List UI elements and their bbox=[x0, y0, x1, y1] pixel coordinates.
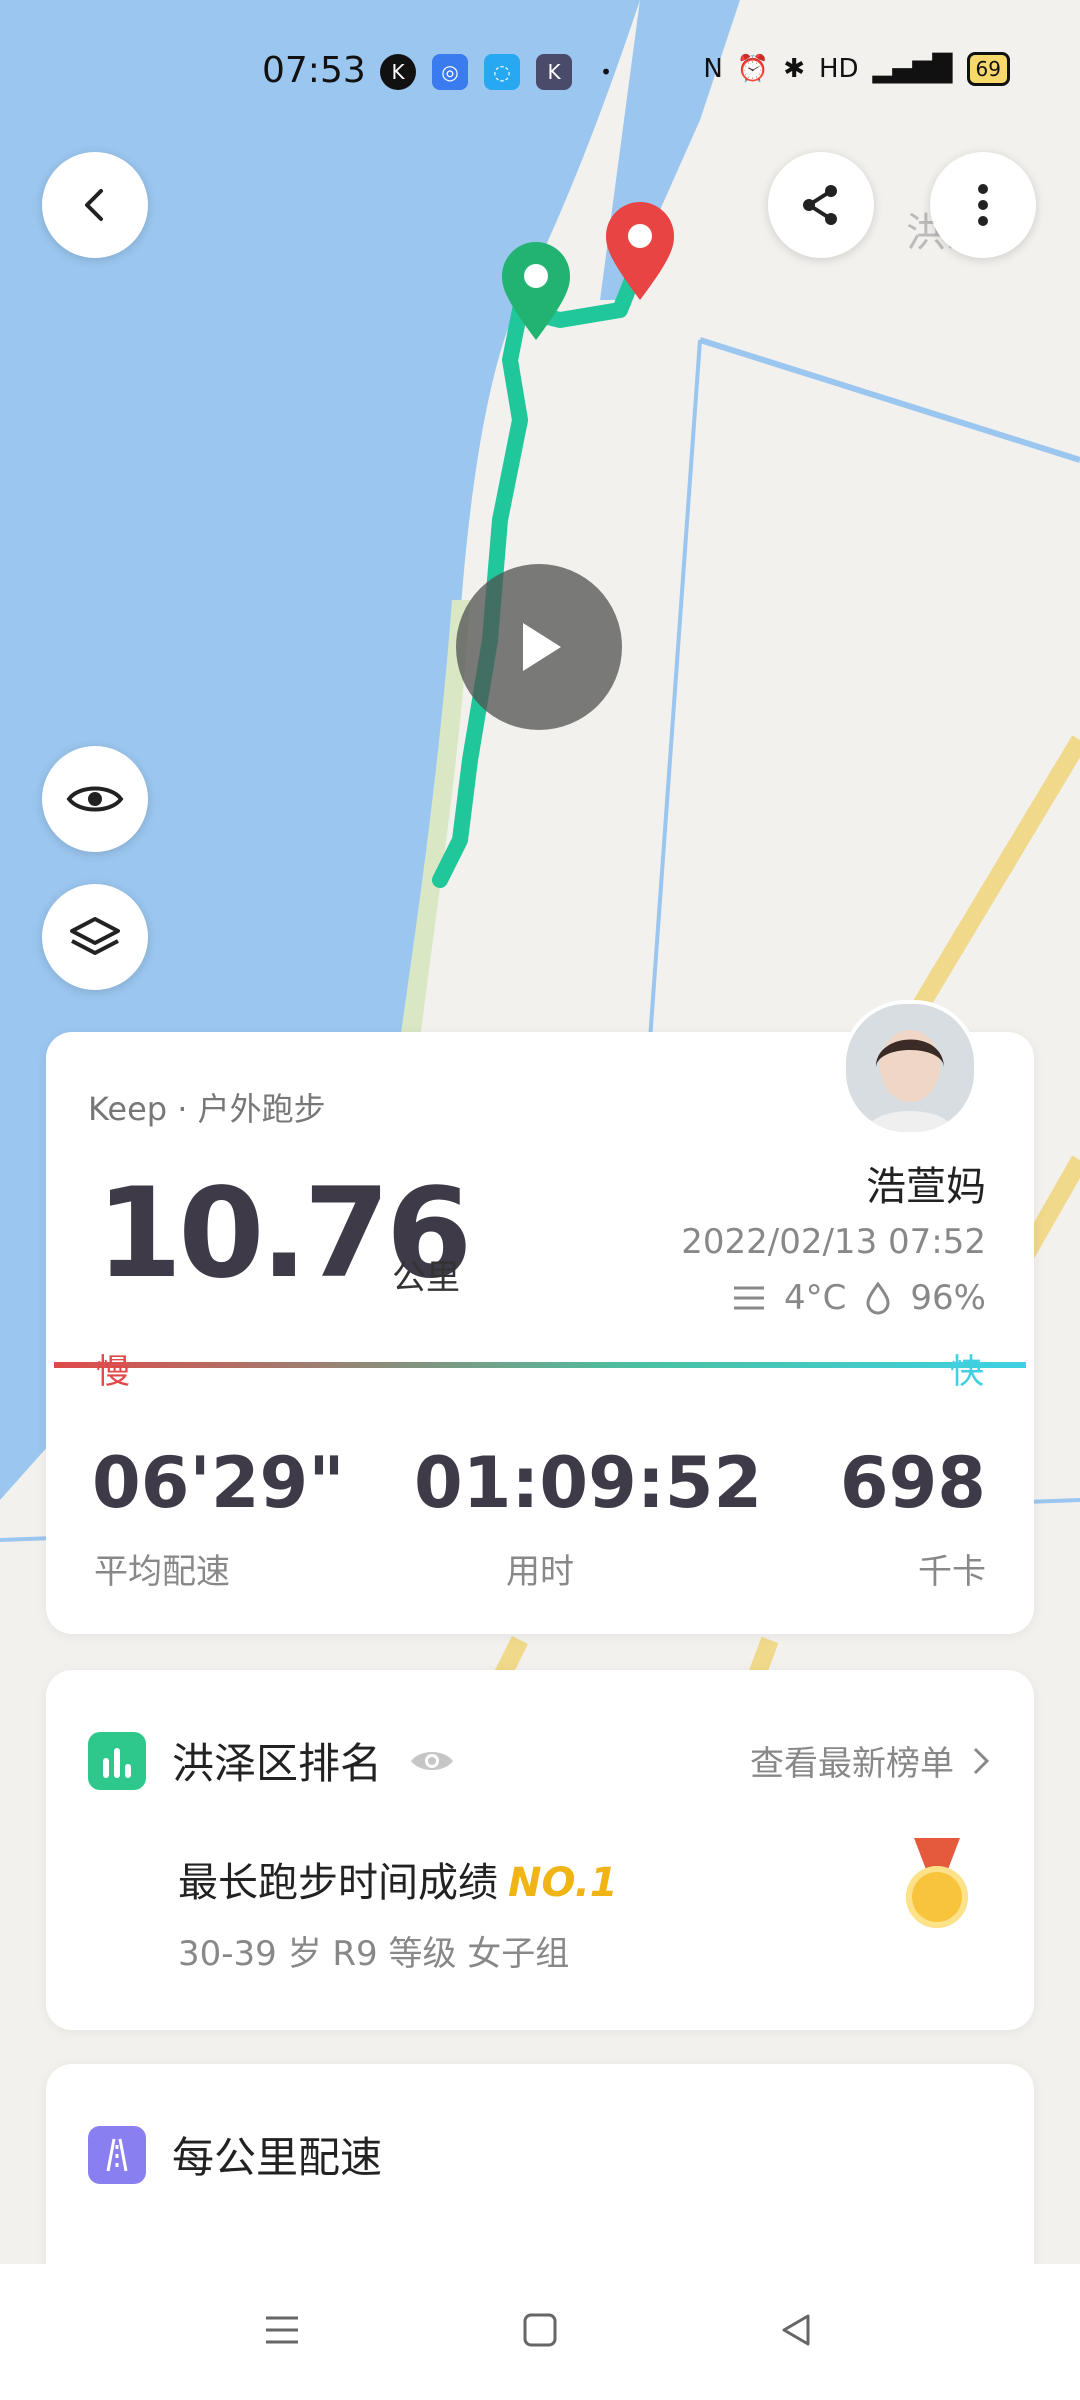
duration-label: 用时 bbox=[506, 1552, 574, 1592]
medal-icon bbox=[906, 1866, 968, 1928]
pace-gradient-bar bbox=[54, 1362, 1026, 1368]
app-icon: ◎ bbox=[432, 54, 468, 90]
ranking-group: 30-39 岁 R9 等级 女子组 bbox=[178, 1934, 570, 1974]
bluetooth-icon: ✱ bbox=[783, 54, 805, 84]
more-vertical-icon bbox=[978, 184, 988, 226]
status-time: 07:53 bbox=[262, 50, 366, 91]
k-app-icon: K bbox=[380, 54, 416, 90]
pace-title: 每公里配速 bbox=[172, 2133, 383, 2182]
notification-icons: K ◎ ◌ K • bbox=[380, 52, 624, 92]
play-button[interactable] bbox=[456, 564, 622, 730]
dot-icon: • bbox=[600, 60, 612, 84]
keep-icon: K bbox=[536, 54, 572, 90]
eye-icon[interactable] bbox=[408, 1745, 456, 1777]
rank-badge: NO.1 bbox=[508, 1860, 618, 1906]
system-nav-bar bbox=[0, 2264, 1080, 2400]
cloud-icon: ◌ bbox=[484, 54, 520, 90]
chevron-left-icon bbox=[85, 189, 103, 221]
visibility-button[interactable] bbox=[42, 746, 148, 852]
menu-icon[interactable] bbox=[262, 2310, 302, 2350]
avg-pace-value: 06'29" bbox=[92, 1442, 345, 1524]
share-icon bbox=[803, 185, 837, 225]
back-button[interactable] bbox=[42, 152, 148, 258]
slow-label: 慢 bbox=[96, 1352, 130, 1392]
back-nav-icon[interactable] bbox=[776, 2310, 816, 2350]
more-button[interactable] bbox=[930, 152, 1036, 258]
alarm-icon: ⏰ bbox=[736, 54, 770, 84]
duration-value: 01:09:52 bbox=[414, 1442, 763, 1524]
layers-icon bbox=[70, 917, 120, 955]
battery-icon: 69 bbox=[966, 52, 1010, 86]
view-list-label: 查看最新榜单 bbox=[750, 1744, 954, 1784]
share-button[interactable] bbox=[768, 152, 874, 258]
bar-chart-icon bbox=[88, 1731, 146, 1790]
play-icon bbox=[523, 623, 561, 671]
signal-icon: ▂▄▆█ bbox=[872, 54, 953, 84]
eye-icon bbox=[66, 786, 124, 812]
fast-label: 快 bbox=[950, 1352, 984, 1392]
user-name: 浩萱妈 bbox=[866, 1164, 986, 1210]
view-leaderboard-link[interactable]: 查看最新榜单 bbox=[750, 1736, 990, 1785]
run-datetime: 2022/02/13 07:52 bbox=[681, 1222, 986, 1262]
nfc-icon: N bbox=[703, 54, 723, 84]
distance-unit: 公里 bbox=[392, 1258, 460, 1298]
chevron-right-icon bbox=[973, 1747, 990, 1774]
humidity: 96% bbox=[910, 1278, 986, 1318]
home-icon[interactable] bbox=[520, 2310, 560, 2350]
ranking-header: 洪泽区排名 bbox=[88, 1730, 456, 1791]
calories-value: 698 bbox=[839, 1442, 986, 1524]
weather-info: 4°C 96% bbox=[732, 1278, 986, 1318]
temperature: 4°C bbox=[784, 1278, 847, 1318]
wind-icon bbox=[734, 1286, 765, 1310]
calories-label: 千卡 bbox=[918, 1552, 986, 1592]
run-summary-card: Keep · 户外跑步 10.76 公里 浩萱妈 2022/02/13 07:5… bbox=[46, 1000, 1034, 1634]
pace-header: 每公里配速 bbox=[88, 2124, 382, 2185]
ranking-card[interactable]: 洪泽区排名 查看最新榜单 最长跑步时间成绩 NO.1 30-39 岁 R9 等级 … bbox=[46, 1670, 1034, 2030]
layers-button[interactable] bbox=[42, 884, 148, 990]
hd-icon: HD bbox=[818, 54, 859, 84]
status-bar: 07:53 K ◎ ◌ K • N ⏰ ✱ HD ▂▄▆█ 69 bbox=[0, 40, 1080, 100]
achievement-title: 最长跑步时间成绩 NO.1 bbox=[178, 1850, 618, 1908]
avg-pace-label: 平均配速 bbox=[94, 1552, 230, 1592]
ranking-title: 洪泽区排名 bbox=[172, 1739, 383, 1788]
system-icons: N ⏰ ✱ HD ▂▄▆█ 69 bbox=[703, 52, 1010, 86]
avatar-image bbox=[846, 1004, 974, 1132]
humidity-icon bbox=[866, 1281, 890, 1315]
road-icon bbox=[88, 2125, 146, 2184]
achievement-text: 最长跑步时间成绩 bbox=[178, 1860, 498, 1906]
activity-type: Keep · 户外跑步 bbox=[88, 1090, 326, 1128]
avatar[interactable] bbox=[842, 1000, 978, 1136]
